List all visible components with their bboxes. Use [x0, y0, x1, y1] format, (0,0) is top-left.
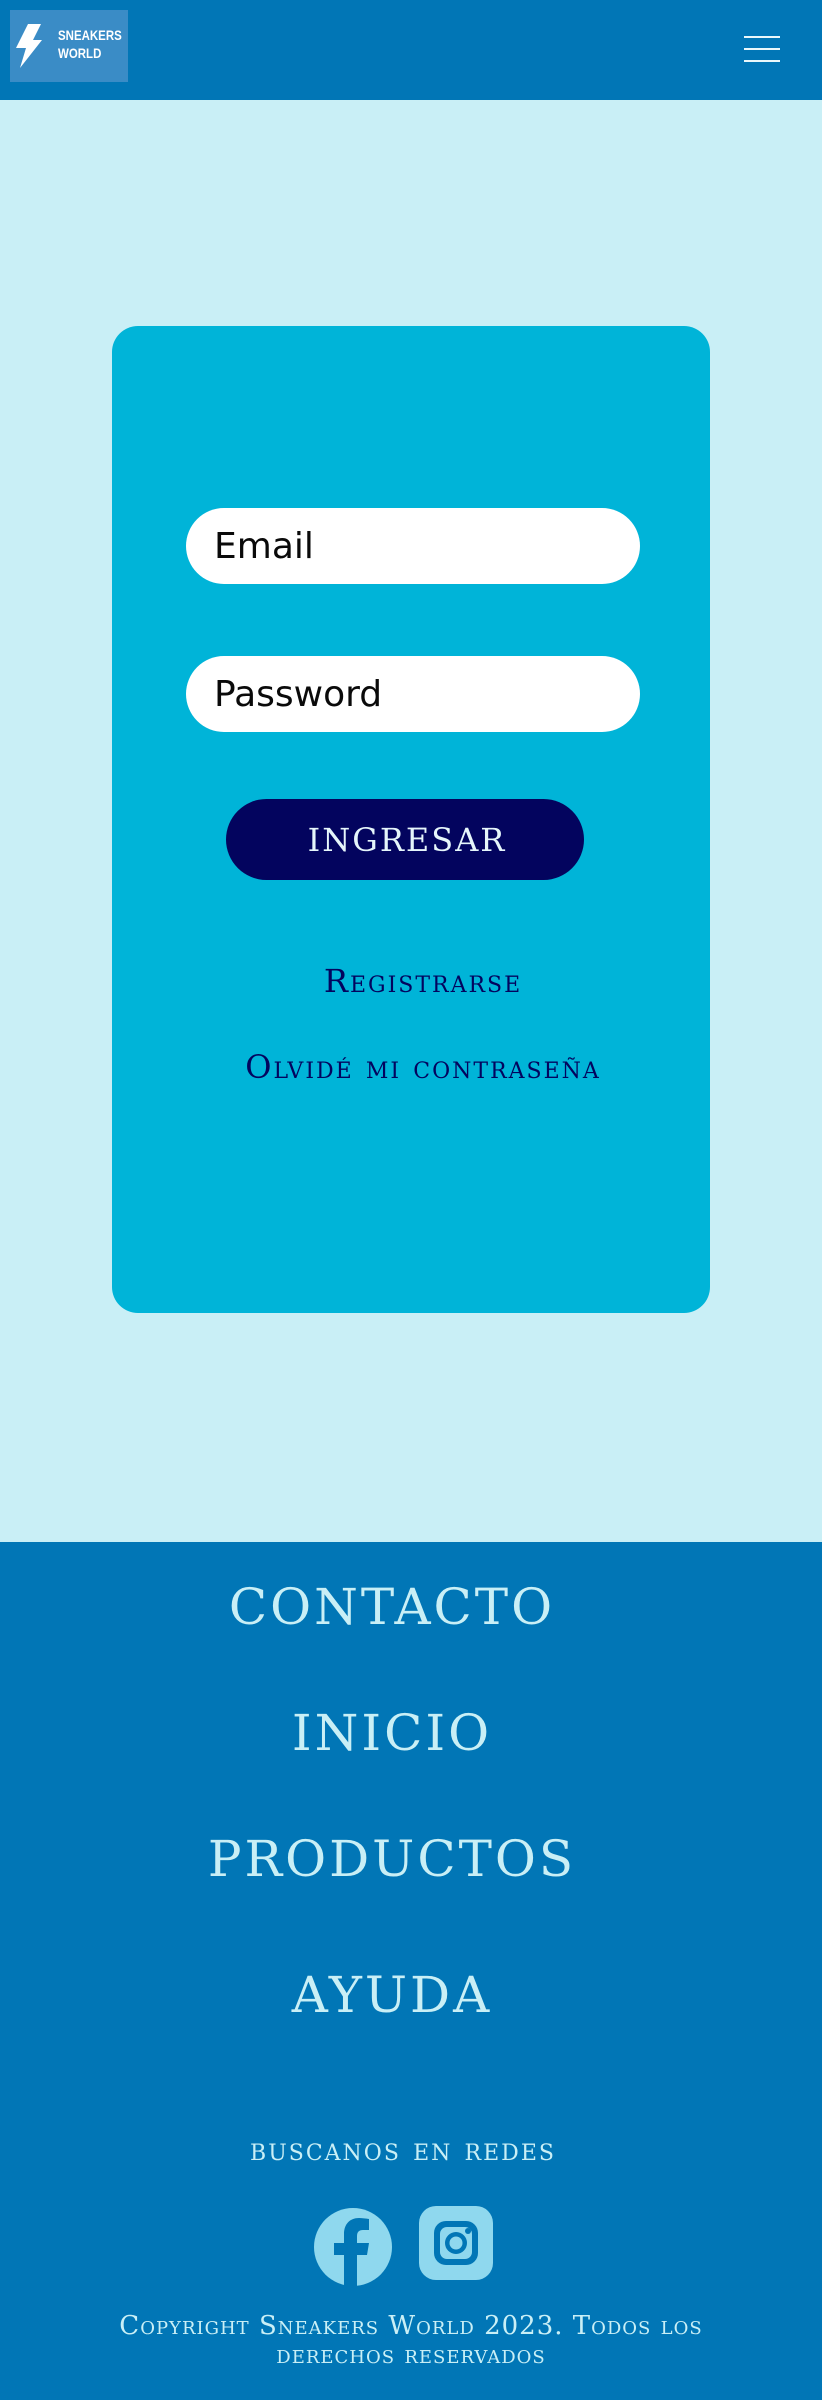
- register-link[interactable]: Registrarse: [112, 962, 734, 1000]
- password-input[interactable]: [186, 656, 640, 732]
- footer-link-inicio[interactable]: INICIO: [0, 1704, 784, 1762]
- email-input[interactable]: [186, 508, 640, 584]
- hamburger-menu-icon[interactable]: [744, 32, 782, 66]
- copyright-line-1: Copyright Sneakers World 2023. Todos los: [119, 2311, 703, 2341]
- lightning-bolt-icon: [16, 24, 42, 68]
- social-title: buscanos en redes: [250, 2130, 556, 2168]
- site-header: SNEAKERS WORLD: [0, 0, 822, 100]
- footer-link-productos[interactable]: PRODUCTOS: [0, 1830, 784, 1888]
- logo-text: SNEAKERS WORLD: [58, 26, 122, 62]
- logo[interactable]: SNEAKERS WORLD: [10, 10, 128, 82]
- copyright-text: Copyright Sneakers World 2023. Todos los…: [0, 2312, 822, 2370]
- login-button[interactable]: INGRESAR: [226, 799, 584, 880]
- logo-line-2: WORLD: [58, 45, 102, 61]
- copyright-line-2: derechos reservados: [276, 2340, 546, 2370]
- forgot-password-link[interactable]: Olvidé mi contraseña: [112, 1048, 734, 1086]
- footer-link-contacto[interactable]: CONTACTO: [0, 1578, 784, 1636]
- footer-link-ayuda[interactable]: AYUDA: [0, 1966, 784, 2024]
- instagram-icon[interactable]: [419, 2206, 493, 2280]
- logo-line-1: SNEAKERS: [58, 27, 122, 43]
- site-footer: CONTACTO INICIO PRODUCTOS AYUDA buscanos…: [0, 1542, 822, 2400]
- login-card: INGRESAR Registrarse Olvidé mi contraseñ…: [112, 326, 710, 1313]
- facebook-icon[interactable]: [313, 2207, 393, 2287]
